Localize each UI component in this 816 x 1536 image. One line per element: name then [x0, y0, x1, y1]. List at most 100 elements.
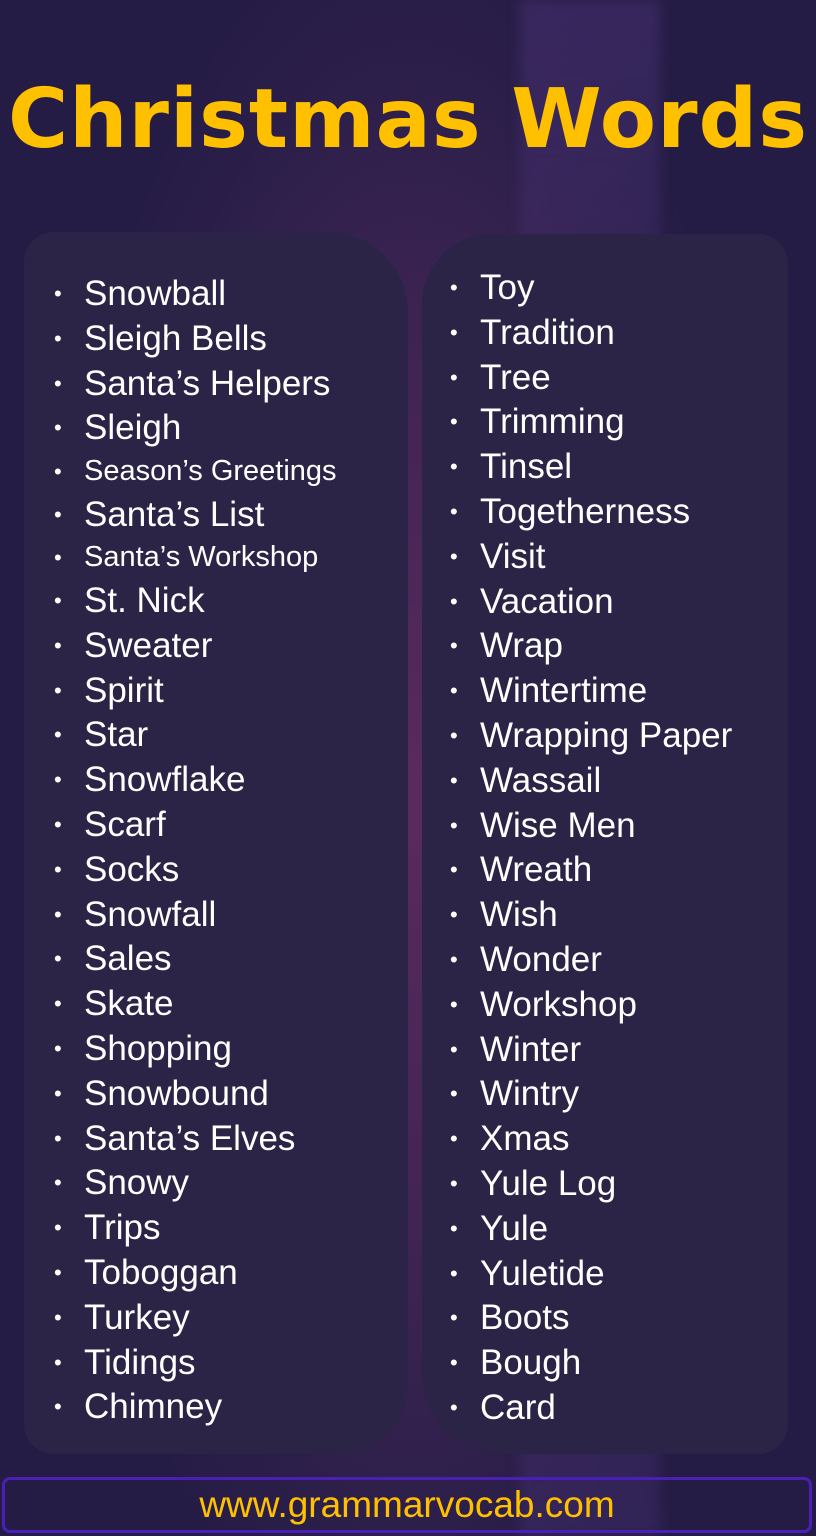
bullet-icon: • [450, 1036, 458, 1062]
list-item: • Wreath [450, 848, 732, 893]
bullet-icon: • [450, 319, 458, 345]
list-item: • Visit [450, 535, 732, 580]
list-item: • Yule [450, 1207, 732, 1252]
list-item: • Sweater [54, 624, 337, 669]
word-text: Togetherness [480, 491, 691, 531]
bullet-icon: • [450, 812, 458, 838]
word-text: Yule Log [480, 1163, 617, 1203]
list-item: • Scarf [54, 803, 337, 848]
list-item: • Star [54, 713, 337, 758]
list-item: • Tidings [54, 1341, 337, 1386]
word-text: Shopping [84, 1028, 232, 1068]
list-item: • Snowfall [54, 893, 337, 938]
bullet-icon: • [54, 459, 62, 485]
word-text: Wintertime [480, 671, 648, 711]
list-item: • Snowy [54, 1161, 337, 1206]
word-text: Snowy [84, 1163, 190, 1203]
list-item: • Togetherness [450, 490, 732, 535]
bullet-icon: • [450, 1126, 458, 1152]
word-text: Yuletide [480, 1253, 605, 1293]
list-item: • Snowbound [54, 1072, 337, 1117]
bullet-icon: • [450, 722, 458, 748]
bullet-icon: • [450, 991, 458, 1017]
word-text: Sales [84, 939, 172, 979]
list-item: • Workshop [450, 983, 732, 1028]
list-item: • Santa’s Workshop [54, 537, 337, 579]
page-title: Christmas Words [7, 72, 809, 167]
list-item: • Winter [450, 1028, 732, 1073]
word-text: Card [480, 1387, 556, 1427]
bullet-icon: • [450, 409, 458, 435]
bullet-icon: • [54, 811, 62, 837]
list-item: • Wintry [450, 1072, 732, 1117]
list-item: • St. Nick [54, 579, 337, 624]
word-text: Sleigh [84, 408, 182, 448]
word-text: Wise Men [480, 805, 636, 845]
word-text: Sweater [84, 625, 213, 665]
bullet-icon: • [54, 501, 62, 527]
word-list-right: • Toy • Tradition • Tree • Trimming • Tinsel • Toge… [450, 266, 732, 1431]
list-item: • Santa’s Elves [54, 1117, 337, 1162]
bullet-icon: • [54, 587, 62, 613]
word-panel-left: • Snowball • Sleigh Bells • Santa’s Helpers • S… [24, 232, 408, 1454]
list-item: • Wintertime [450, 669, 732, 714]
bullet-icon: • [54, 946, 62, 972]
word-text: Wintry [480, 1074, 580, 1114]
word-text: Skate [84, 984, 174, 1024]
footer-url-link[interactable]: www.grammarvocab.com [199, 1484, 614, 1526]
bullet-icon: • [450, 857, 458, 883]
list-item: • Tinsel [450, 445, 732, 490]
word-text: Spirit [84, 670, 164, 710]
word-text: Wonder [480, 939, 602, 979]
word-text: Turkey [84, 1297, 190, 1337]
list-item: • Wrapping Paper [450, 714, 732, 759]
list-item: • Santa’s List [54, 493, 337, 538]
word-text: Tradition [480, 312, 615, 352]
bullet-icon: • [450, 1305, 458, 1331]
list-item: • Sales [54, 937, 337, 982]
word-text: Wreath [480, 850, 593, 890]
list-item: • Toy [450, 266, 732, 311]
list-item: • Toboggan [54, 1251, 337, 1296]
word-text: Santa’s Workshop [84, 541, 319, 574]
word-text: Snowfall [84, 894, 217, 934]
list-item: • Yuletide [450, 1252, 732, 1297]
bullet-icon: • [54, 1259, 62, 1285]
bullet-icon: • [54, 1035, 62, 1061]
bullet-icon: • [450, 633, 458, 659]
list-item: • Wassail [450, 759, 732, 804]
list-item: • Wonder [450, 938, 732, 983]
bullet-icon: • [450, 1081, 458, 1107]
word-text: Wrapping Paper [480, 715, 733, 755]
word-text: Wrap [480, 626, 563, 666]
list-item: • Chimney [54, 1385, 337, 1430]
bullet-icon: • [54, 856, 62, 882]
word-text: Trips [84, 1208, 161, 1248]
word-text: Boots [480, 1298, 570, 1338]
word-text: Tidings [84, 1342, 196, 1382]
bullet-icon: • [54, 1394, 62, 1420]
bullet-icon: • [54, 1349, 62, 1375]
word-text: Winter [480, 1029, 582, 1069]
list-item: • Boots [450, 1296, 732, 1341]
list-item: • Wish [450, 893, 732, 938]
word-text: Snowbound [84, 1073, 269, 1113]
word-text: Wish [480, 895, 558, 935]
bullet-icon: • [450, 454, 458, 480]
bullet-icon: • [54, 281, 62, 306]
list-item: • Sleigh [54, 406, 337, 451]
bullet-icon: • [450, 275, 458, 300]
list-item: • Card [450, 1386, 732, 1431]
word-text: Season’s Greetings [84, 455, 337, 488]
word-text: Toy [480, 268, 535, 307]
word-text: Bough [480, 1343, 582, 1383]
word-text: Xmas [480, 1119, 570, 1159]
bullet-icon: • [54, 1080, 62, 1106]
word-text: Wassail [480, 760, 602, 800]
bullet-icon: • [54, 1125, 62, 1151]
word-text: Santa’s Elves [84, 1118, 296, 1158]
bullet-icon: • [54, 1170, 62, 1196]
bullet-icon: • [450, 543, 458, 569]
word-text: Tinsel [480, 447, 573, 487]
list-item: • Skate [54, 982, 337, 1027]
